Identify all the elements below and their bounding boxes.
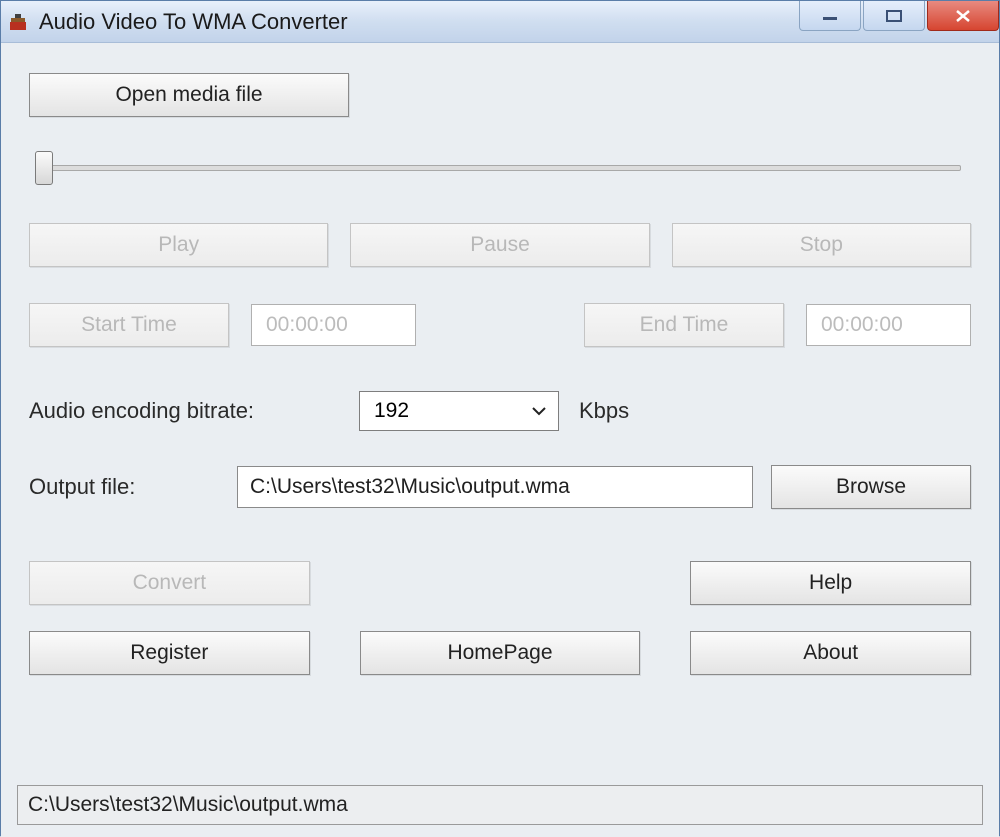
stop-button[interactable]: Stop — [672, 223, 971, 267]
bitrate-row: Audio encoding bitrate: 192 Kbps — [29, 391, 971, 431]
titlebar[interactable]: Audio Video To WMA Converter — [1, 1, 999, 43]
slider-thumb[interactable] — [35, 151, 53, 185]
help-button[interactable]: Help — [690, 561, 971, 605]
window-title: Audio Video To WMA Converter — [39, 9, 348, 35]
minimize-button[interactable] — [799, 1, 861, 31]
client-area: Open media file Play Pause Stop Start Ti… — [1, 43, 999, 837]
end-time-button[interactable]: End Time — [584, 303, 784, 347]
chevron-down-icon — [528, 400, 550, 422]
slider-track — [39, 165, 961, 171]
app-icon — [7, 11, 29, 33]
bitrate-value: 192 — [374, 399, 409, 423]
position-slider[interactable] — [29, 147, 971, 187]
start-time-button[interactable]: Start Time — [29, 303, 229, 347]
bitrate-select[interactable]: 192 — [359, 391, 559, 431]
convert-button[interactable]: Convert — [29, 561, 310, 605]
time-row: Start Time 00:00:00 End Time 00:00:00 — [29, 303, 971, 347]
output-row: Output file: C:\Users\test32\Music\outpu… — [29, 465, 971, 509]
play-button[interactable]: Play — [29, 223, 328, 267]
output-path-field[interactable]: C:\Users\test32\Music\output.wma — [237, 466, 753, 508]
start-time-field[interactable]: 00:00:00 — [251, 304, 416, 346]
status-bar: C:\Users\test32\Music\output.wma — [17, 785, 983, 825]
register-button[interactable]: Register — [29, 631, 310, 675]
close-button[interactable] — [927, 1, 999, 31]
bottom-button-grid: Convert Help Register HomePage About — [29, 561, 971, 675]
end-time-field[interactable]: 00:00:00 — [806, 304, 971, 346]
pause-button[interactable]: Pause — [350, 223, 649, 267]
bitrate-label: Audio encoding bitrate: — [29, 398, 339, 424]
status-text: C:\Users\test32\Music\output.wma — [28, 793, 348, 817]
output-label: Output file: — [29, 474, 219, 500]
bitrate-unit: Kbps — [579, 398, 629, 424]
playback-row: Play Pause Stop — [29, 223, 971, 267]
browse-button[interactable]: Browse — [771, 465, 971, 509]
homepage-button[interactable]: HomePage — [360, 631, 641, 675]
about-button[interactable]: About — [690, 631, 971, 675]
maximize-button[interactable] — [863, 1, 925, 31]
window-controls — [799, 1, 999, 31]
open-media-button[interactable]: Open media file — [29, 73, 349, 117]
app-window: Audio Video To WMA Converter Open media … — [0, 0, 1000, 836]
